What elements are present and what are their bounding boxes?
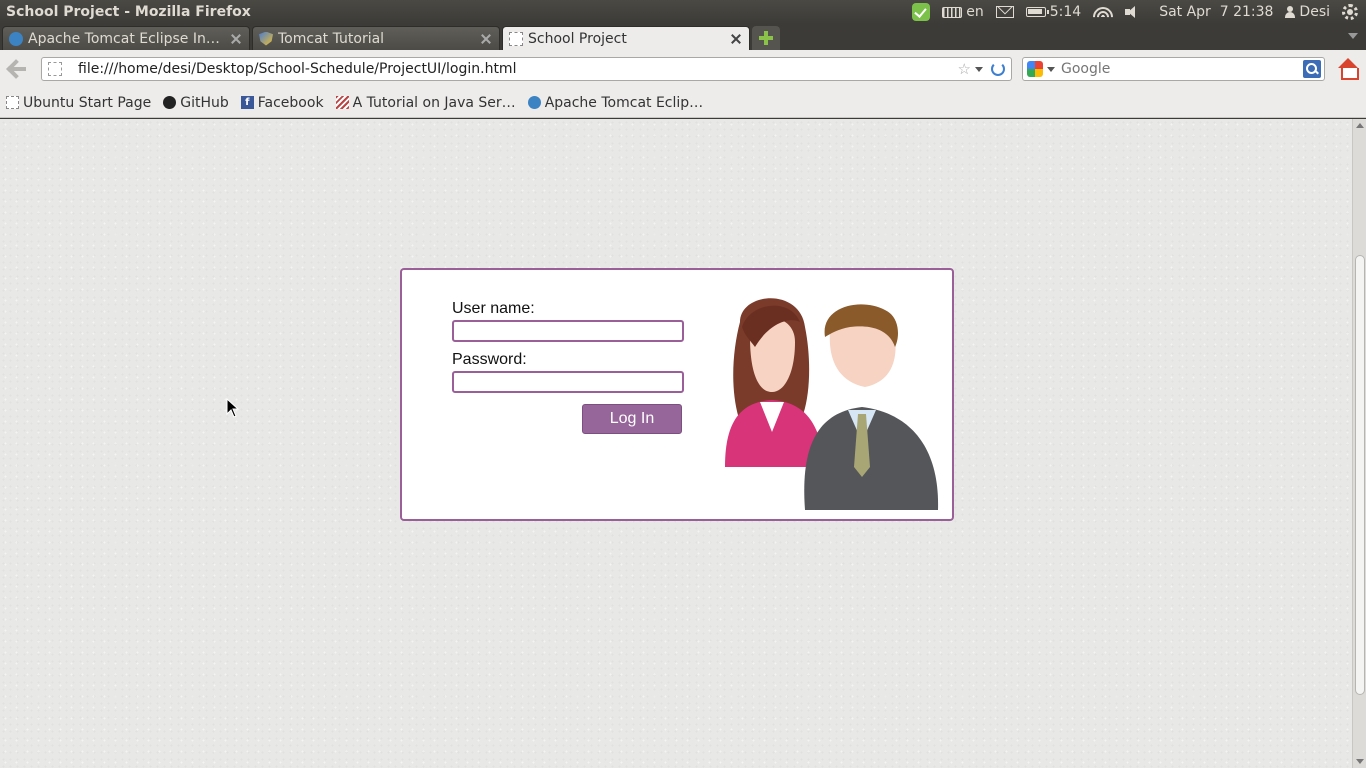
bookmark-label: GitHub xyxy=(180,94,229,111)
back-button[interactable] xyxy=(6,59,30,79)
keyboard-indicator[interactable]: en xyxy=(942,4,984,20)
bookmark-apache-tomcat-eclipse[interactable]: Apache Tomcat Eclip… xyxy=(527,94,704,111)
mouse-cursor-icon xyxy=(226,398,240,418)
close-icon[interactable] xyxy=(229,32,243,46)
history-dropdown-icon[interactable] xyxy=(975,66,983,72)
mail-icon[interactable] xyxy=(995,6,1014,18)
github-icon xyxy=(163,96,177,109)
tutorial-icon xyxy=(335,96,349,109)
login-card: User name: Password: Log In xyxy=(400,268,954,521)
keyboard-icon xyxy=(942,6,963,18)
username-field[interactable] xyxy=(452,320,684,342)
bookmark-label: Facebook xyxy=(257,94,324,111)
bookmark-ubuntu-start-page[interactable]: Ubuntu Start Page xyxy=(6,95,151,111)
tab-label: School Project xyxy=(528,30,627,47)
tab-label: Tomcat Tutorial xyxy=(278,30,385,47)
list-all-tabs-button[interactable] xyxy=(1348,33,1358,39)
update-shield-icon[interactable] xyxy=(912,3,931,21)
reload-icon[interactable] xyxy=(991,62,1005,76)
scroll-thumb[interactable] xyxy=(1355,255,1365,695)
battery-time: 5:14 xyxy=(1049,4,1082,20)
shield-icon xyxy=(259,31,273,46)
user-menu[interactable]: Desi xyxy=(1285,4,1330,20)
google-icon[interactable] xyxy=(1027,61,1043,77)
search-input[interactable] xyxy=(1061,61,1303,77)
vertical-scrollbar[interactable] xyxy=(1352,119,1366,768)
system-top-panel: School Project - Mozilla Firefox en 5:14… xyxy=(0,0,1366,24)
page-content: User name: Password: Log In xyxy=(0,119,1352,768)
tab-school-project[interactable]: School Project xyxy=(502,26,750,50)
system-tray: en 5:14 Sat Apr 7 21:38 Desi xyxy=(912,3,1366,21)
bookmark-github[interactable]: GitHub xyxy=(163,95,229,111)
clock[interactable]: Sat Apr 7 21:38 xyxy=(1159,4,1273,20)
window-title: School Project - Mozilla Firefox xyxy=(6,4,251,20)
user-name: Desi xyxy=(1299,4,1330,20)
search-engine-dropdown-icon[interactable] xyxy=(1047,66,1055,72)
facebook-icon: f xyxy=(240,96,254,109)
tab-strip: Apache Tomcat Eclipse Inte… Tomcat Tutor… xyxy=(0,24,1366,50)
url-bar[interactable]: file:///home/desi/Desktop/School-Schedul… xyxy=(41,57,1012,81)
tab-label: Apache Tomcat Eclipse Inte… xyxy=(28,30,225,47)
login-button[interactable]: Log In xyxy=(582,404,682,434)
keyboard-lang: en xyxy=(966,4,984,20)
close-icon[interactable] xyxy=(729,32,743,46)
navigation-toolbar: file:///home/desi/Desktop/School-Schedul… xyxy=(0,50,1366,88)
login-form: User name: Password: Log In xyxy=(452,300,684,434)
maven-icon xyxy=(527,96,541,109)
bookmark-label: Apache Tomcat Eclip… xyxy=(544,94,704,111)
scroll-down-icon[interactable] xyxy=(1356,759,1364,764)
man-figure xyxy=(804,304,939,510)
battery-icon xyxy=(1025,7,1049,17)
tab-apache-tomcat-eclipse[interactable]: Apache Tomcat Eclipse Inte… xyxy=(2,26,250,50)
site-identity-icon[interactable] xyxy=(48,62,62,76)
password-field[interactable] xyxy=(452,371,684,393)
bookmark-star-icon[interactable]: ☆ xyxy=(958,60,971,78)
battery-indicator[interactable]: 5:14 xyxy=(1025,4,1082,20)
bookmark-java-tutorial[interactable]: A Tutorial on Java Ser… xyxy=(335,94,516,111)
gear-icon[interactable] xyxy=(1342,4,1358,20)
scroll-up-icon[interactable] xyxy=(1356,123,1364,128)
volume-icon[interactable] xyxy=(1125,5,1147,19)
user-icon xyxy=(1285,6,1296,18)
new-tab-button[interactable] xyxy=(752,26,780,50)
close-icon[interactable] xyxy=(479,32,493,46)
bookmark-label: A Tutorial on Java Ser… xyxy=(352,94,516,111)
bookmark-facebook[interactable]: f Facebook xyxy=(240,94,324,111)
username-label: User name: xyxy=(452,300,535,317)
password-label: Password: xyxy=(452,351,527,368)
wifi-icon[interactable] xyxy=(1093,5,1114,19)
tab-tomcat-tutorial[interactable]: Tomcat Tutorial xyxy=(252,26,500,50)
search-bar[interactable] xyxy=(1022,57,1325,81)
blank-page-icon xyxy=(6,96,19,109)
maven-icon xyxy=(9,31,23,46)
bookmark-label: Ubuntu Start Page xyxy=(23,94,152,111)
url-text[interactable]: file:///home/desi/Desktop/School-Schedul… xyxy=(68,61,958,77)
home-button[interactable] xyxy=(1337,58,1359,80)
users-icon xyxy=(725,298,939,510)
blank-page-icon xyxy=(509,31,523,46)
woman-figure xyxy=(725,298,825,467)
bookmarks-toolbar: Ubuntu Start Page GitHub f Facebook A Tu… xyxy=(0,88,1366,118)
search-icon[interactable] xyxy=(1303,60,1321,78)
